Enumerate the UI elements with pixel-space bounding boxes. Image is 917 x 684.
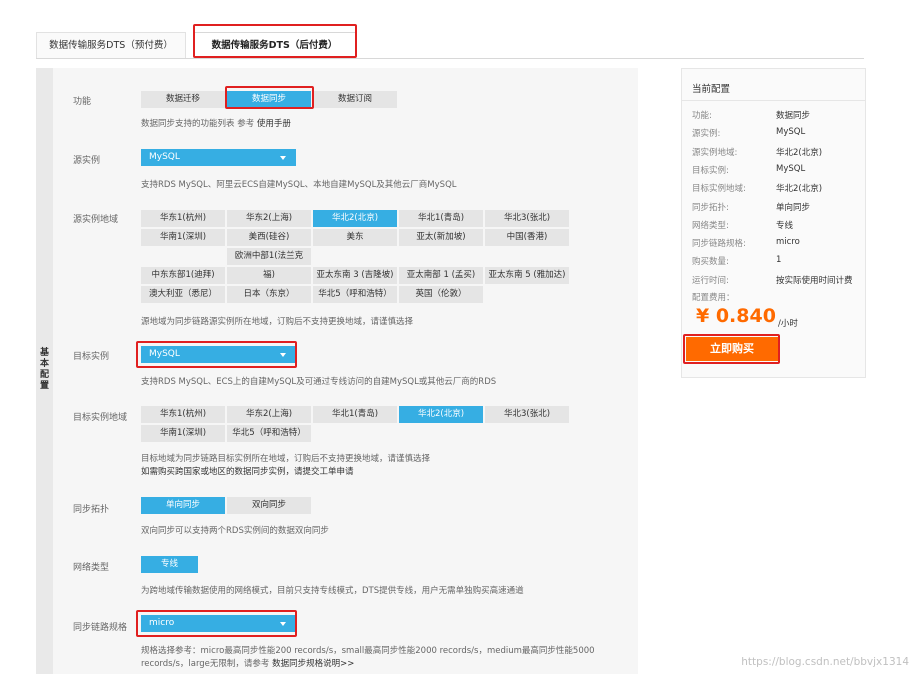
target-region-option[interactable]: 华东1(杭州)	[141, 406, 225, 423]
hint-function: 数据同步支持的功能列表 参考 使用手册	[141, 119, 291, 129]
source-region-option[interactable]: 欧洲中部1(法兰克	[227, 248, 311, 265]
target-region-option[interactable]: 华北1(青岛)	[313, 406, 397, 423]
highlight-spec	[136, 610, 297, 637]
chevron-down-icon	[280, 156, 286, 160]
source-region-option[interactable]: 亚太南部 1 (孟买)	[399, 267, 483, 284]
hint-source-region: 源地域为同步链路源实例所在地域，订购后不支持更换地域，请谨慎选择	[141, 317, 414, 327]
hint-target-region: 目标地域为同步链路目标实例所在地域，订购后不支持更换地域，请谨慎选择	[141, 454, 431, 464]
summary-value: MySQL	[776, 127, 806, 138]
summary-value: 数据同步	[776, 111, 811, 121]
label-topology: 同步拓扑	[73, 505, 110, 515]
hint-source-instance: 支持RDS MySQL、阿里云ECS自建MySQL、本地自建MySQL及其他云厂…	[141, 180, 457, 190]
summary-value: MySQL	[776, 163, 806, 174]
target-region-option[interactable]: 华北3(张北)	[485, 406, 569, 423]
hint-network: 为跨地域传输数据使用的网络模式，目前只支持专线模式，DTS提供专线，用户无需单独…	[141, 586, 524, 596]
summary-value: micro	[776, 237, 800, 248]
summary-key: 目标实例:	[692, 165, 729, 176]
section-band: 基本配置	[36, 68, 53, 674]
manual-link[interactable]: 使用手册	[257, 119, 291, 129]
label-source-instance: 源实例	[73, 156, 101, 166]
option-two-way[interactable]: 双向同步	[227, 497, 311, 514]
summary-value: 1	[776, 255, 782, 266]
source-region-option[interactable]: 亚太(新加坡)	[399, 229, 483, 246]
summary-key: 同步拓扑:	[692, 202, 729, 213]
price-unit: /小时	[778, 319, 798, 329]
target-region-option[interactable]: 华东2(上海)	[227, 406, 311, 423]
label-source-region: 源实例地域	[73, 215, 119, 225]
summary-key: 目标实例地域:	[692, 184, 746, 195]
summary-panel: 当前配置 功能: 数据同步源实例: MySQL 源实例地域: 华北2(北京) 目标实例: M…	[681, 68, 866, 378]
option-migration[interactable]: 数据迁移	[141, 91, 225, 108]
summary-key: 源实例地域:	[692, 147, 738, 158]
highlight-target-instance	[136, 341, 297, 368]
source-region-option[interactable]: 亚太东南 3 (吉隆坡)	[313, 267, 397, 284]
hint-target-region-ticket: 如需购买跨国家或地区的数据同步实例，请提交工单申请	[141, 467, 354, 477]
label-target-region: 目标实例地域	[73, 413, 128, 423]
source-region-option[interactable]: 日本（东京）	[227, 286, 311, 303]
fee-label: 配置费用：	[692, 293, 735, 303]
hint-spec: 规格选择参考：micro最高同步性能200 records/s，small最高同…	[141, 646, 595, 656]
source-region-option[interactable]: 美西(硅谷)	[227, 229, 311, 246]
price: ¥ 0.840	[696, 305, 776, 327]
source-region-option[interactable]: 中国(香港)	[485, 229, 569, 246]
option-dedicated-line[interactable]: 专线	[141, 556, 198, 573]
source-region-option[interactable]: 亚太东南 5 (雅加达)	[485, 267, 569, 284]
source-instance-select[interactable]: MySQL	[141, 149, 296, 166]
option-subscribe[interactable]: 数据订阅	[313, 91, 397, 108]
label-spec: 同步链路规格	[73, 623, 128, 633]
label-target-instance: 目标实例	[73, 352, 110, 362]
highlight-sync	[225, 86, 314, 109]
source-region-option[interactable]: 华北3(张北)	[485, 210, 569, 227]
highlight-buy	[683, 334, 780, 364]
summary-key: 同步链路规格:	[692, 239, 746, 250]
option-one-way[interactable]: 单向同步	[141, 497, 225, 514]
source-region-option[interactable]: 华北1(青岛)	[399, 210, 483, 227]
summary-value: 专线	[776, 220, 794, 231]
tab-bar: 数据传输服务DTS（预付费） 数据传输服务DTS（后付费）	[36, 24, 864, 59]
summary-key: 源实例:	[692, 129, 721, 140]
highlight-tab-postpaid	[193, 24, 357, 58]
source-region-option[interactable]: 英国（伦敦）	[399, 286, 483, 303]
source-region-option[interactable]: 华北2(北京)	[313, 210, 397, 227]
source-region-option[interactable]: 华北5（呼和浩特）	[313, 286, 397, 303]
summary-key: 功能:	[692, 111, 712, 121]
source-region-option[interactable]: 中东东部1(迪拜)	[141, 267, 225, 284]
summary-divider	[682, 100, 865, 101]
hint-target-instance: 支持RDS MySQL、ECS上的自建MySQL及可通过专线访问的自建MySQL…	[141, 377, 497, 387]
section-label: 基本配置	[39, 348, 49, 391]
source-region-option[interactable]: 华东2(上海)	[227, 210, 311, 227]
label-function: 功能	[73, 97, 92, 107]
summary-title: 当前配置	[692, 84, 731, 95]
spec-doc-link[interactable]: 数据同步规格说明>>	[272, 659, 354, 669]
hint-topology: 双向同步可以支持两个RDS实例间的数据双向同步	[141, 526, 329, 536]
summary-value: 单向同步	[776, 202, 811, 213]
summary-key: 运行时间:	[692, 275, 729, 286]
summary-value: 华北2(北京)	[776, 147, 823, 158]
source-region-option[interactable]: 华南1(深圳)	[141, 229, 225, 246]
label-network: 网络类型	[73, 563, 110, 573]
source-region-option[interactable]: 澳大利亚（悉尼）	[141, 286, 225, 303]
watermark: https://blog.csdn.net/bbvjx1314	[741, 656, 909, 668]
source-instance-value: MySQL	[149, 152, 180, 162]
target-region-option[interactable]: 华北2(北京)	[399, 406, 483, 423]
summary-value: 华北2(北京)	[776, 184, 823, 195]
source-region-option[interactable]: 福)	[227, 267, 311, 284]
summary-value: 按实际使用时间计费	[776, 275, 853, 286]
target-region-option[interactable]: 华北5（呼和浩特）	[227, 425, 311, 442]
source-region-option[interactable]: 华东1(杭州)	[141, 210, 225, 227]
target-region-option[interactable]: 华南1(深圳)	[141, 425, 225, 442]
summary-key: 购买数量:	[692, 257, 729, 268]
hint-spec-2: records/s，large无限制，请参考 数据同步规格说明>>	[141, 659, 355, 669]
source-region-option[interactable]: 美东	[313, 229, 397, 246]
summary-key: 网络类型:	[692, 220, 729, 231]
tab-prepaid[interactable]: 数据传输服务DTS（预付费）	[36, 32, 186, 58]
